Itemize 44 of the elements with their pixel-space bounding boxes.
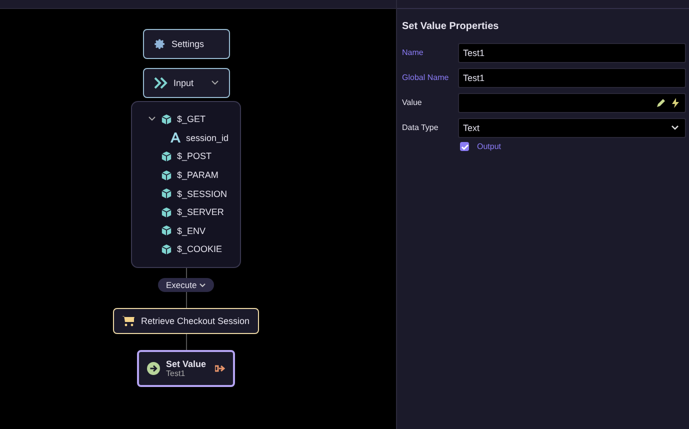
tree-item[interactable]: $_ENV <box>177 226 206 236</box>
checkbox-label: Output <box>477 142 502 151</box>
settings-node[interactable]: Settings <box>142 29 230 59</box>
tree-item[interactable]: $_SESSION <box>177 188 228 199</box>
cart-icon <box>122 314 135 327</box>
tree-item[interactable]: $_PARAM <box>177 170 218 180</box>
set-value-node[interactable]: Set Value Test1 <box>137 350 235 387</box>
tree-item[interactable]: $_SERVER <box>177 207 224 218</box>
cube-icon <box>161 114 172 125</box>
output-checkbox[interactable] <box>460 142 469 151</box>
field-label: Data Type <box>402 123 440 132</box>
input-field[interactable]: Test1 <box>458 68 686 88</box>
arrow-circle-icon <box>147 362 160 375</box>
chevron-down-icon <box>199 282 206 288</box>
dropdown[interactable]: Text <box>458 118 686 138</box>
text-type-icon <box>170 132 181 144</box>
execute-pill[interactable]: Execute <box>158 278 214 292</box>
pencil-icon[interactable] <box>656 98 666 108</box>
gear-icon <box>154 38 166 50</box>
cube-icon <box>161 150 172 162</box>
cube-icon <box>161 188 172 200</box>
tree-item[interactable]: session_id <box>186 132 229 143</box>
lightning-icon[interactable] <box>672 98 679 108</box>
cube-icon <box>161 170 172 181</box>
cube-icon <box>161 244 172 255</box>
chevron-down-icon <box>671 124 679 130</box>
cube-icon <box>161 206 172 218</box>
panel-title: Set Value Properties <box>401 20 500 34</box>
tree-item[interactable]: $_COOKIE <box>177 244 222 254</box>
action-node[interactable]: Retrieve Checkout Session <box>113 308 259 334</box>
field-label: Global Name <box>402 73 450 82</box>
tree-item[interactable]: $_GET <box>177 114 206 124</box>
exit-icon <box>215 364 225 373</box>
cube-icon <box>161 225 172 236</box>
tree-item[interactable]: $_POST <box>177 151 212 162</box>
double-chevron-icon <box>154 77 168 89</box>
input-field[interactable] <box>458 92 686 112</box>
node-subtitle: Test1 <box>166 368 186 378</box>
field-label: Name <box>402 48 424 57</box>
chevron-down-icon[interactable] <box>148 116 156 122</box>
input-field[interactable]: Test1 <box>458 42 686 62</box>
field-label: Value <box>402 98 423 107</box>
node-title: Set Value <box>166 358 208 369</box>
input-node[interactable]: Input <box>142 68 230 98</box>
